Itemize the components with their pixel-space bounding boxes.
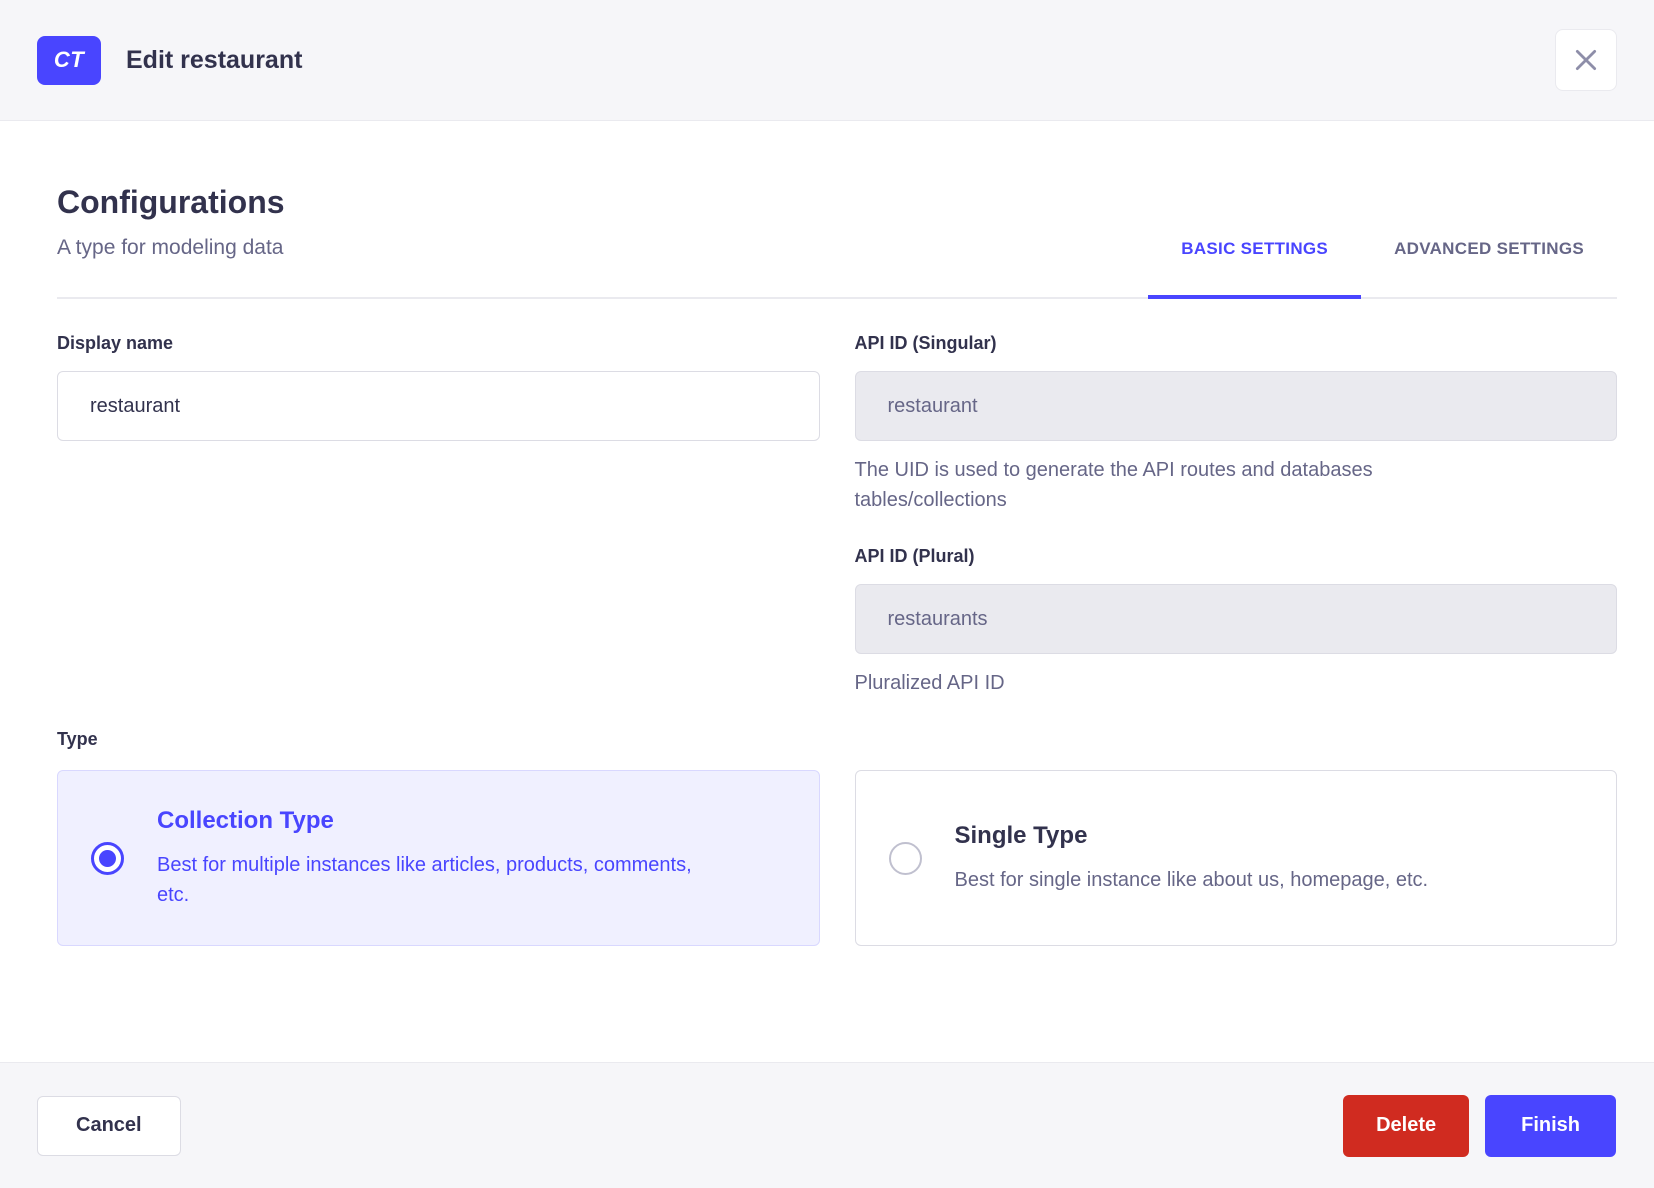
api-id-plural-field-group: API ID (Plural) Pluralized API ID — [855, 545, 1618, 698]
settings-tabs: BASIC SETTINGS ADVANCED SETTINGS — [1148, 239, 1617, 297]
type-label: Type — [57, 728, 1617, 750]
api-id-plural-input — [855, 584, 1618, 654]
single-type-radio-icon — [889, 842, 922, 875]
modal-footer: Cancel Delete Finish — [0, 1062, 1654, 1188]
collection-type-description: Best for multiple instances like article… — [157, 850, 717, 910]
modal-body: Configurations A type for modeling data … — [0, 121, 1654, 1062]
single-type-description: Best for single instance like about us, … — [955, 865, 1429, 895]
tab-basic-settings[interactable]: BASIC SETTINGS — [1148, 239, 1361, 297]
api-id-singular-field-group: API ID (Singular) The UID is used to gen… — [855, 332, 1618, 515]
modal-header: CT Edit restaurant — [0, 0, 1654, 121]
single-type-title: Single Type — [955, 821, 1429, 851]
collection-type-radio-icon — [91, 842, 124, 875]
configurations-heading: Configurations A type for modeling data — [57, 183, 285, 297]
close-button[interactable] — [1555, 29, 1617, 91]
api-id-singular-hint: The UID is used to generate the API rout… — [855, 455, 1495, 515]
footer-actions: Delete Finish — [1343, 1095, 1616, 1157]
api-id-singular-label: API ID (Singular) — [855, 332, 1618, 354]
api-id-plural-hint: Pluralized API ID — [855, 668, 1495, 698]
collection-type-option[interactable]: Collection Type Best for multiple instan… — [57, 770, 820, 946]
form-column-left: Display name — [57, 332, 820, 698]
type-section: Type Collection Type Best for multiple i… — [57, 728, 1617, 946]
delete-button[interactable]: Delete — [1343, 1095, 1469, 1157]
display-name-input[interactable] — [57, 371, 820, 441]
cancel-button[interactable]: Cancel — [37, 1096, 181, 1156]
page-subtitle: A type for modeling data — [57, 235, 285, 261]
type-options: Collection Type Best for multiple instan… — [57, 770, 1617, 946]
close-icon — [1573, 47, 1599, 73]
edit-content-type-modal: CT Edit restaurant Configurations A type… — [0, 0, 1654, 1188]
display-name-field-group: Display name — [57, 332, 820, 441]
configurations-header-row: Configurations A type for modeling data … — [57, 121, 1617, 299]
page-title: Configurations — [57, 183, 285, 221]
finish-button[interactable]: Finish — [1485, 1095, 1616, 1157]
single-type-option[interactable]: Single Type Best for single instance lik… — [855, 770, 1618, 946]
collection-type-title: Collection Type — [157, 806, 717, 836]
tab-advanced-settings[interactable]: ADVANCED SETTINGS — [1361, 239, 1617, 297]
content-type-badge: CT — [37, 36, 101, 85]
form-column-right: API ID (Singular) The UID is used to gen… — [855, 332, 1618, 698]
configuration-form: Display name API ID (Singular) The UID i… — [57, 332, 1617, 698]
modal-title: Edit restaurant — [126, 46, 302, 75]
api-id-singular-input — [855, 371, 1618, 441]
api-id-plural-label: API ID (Plural) — [855, 545, 1618, 567]
display-name-label: Display name — [57, 332, 820, 354]
